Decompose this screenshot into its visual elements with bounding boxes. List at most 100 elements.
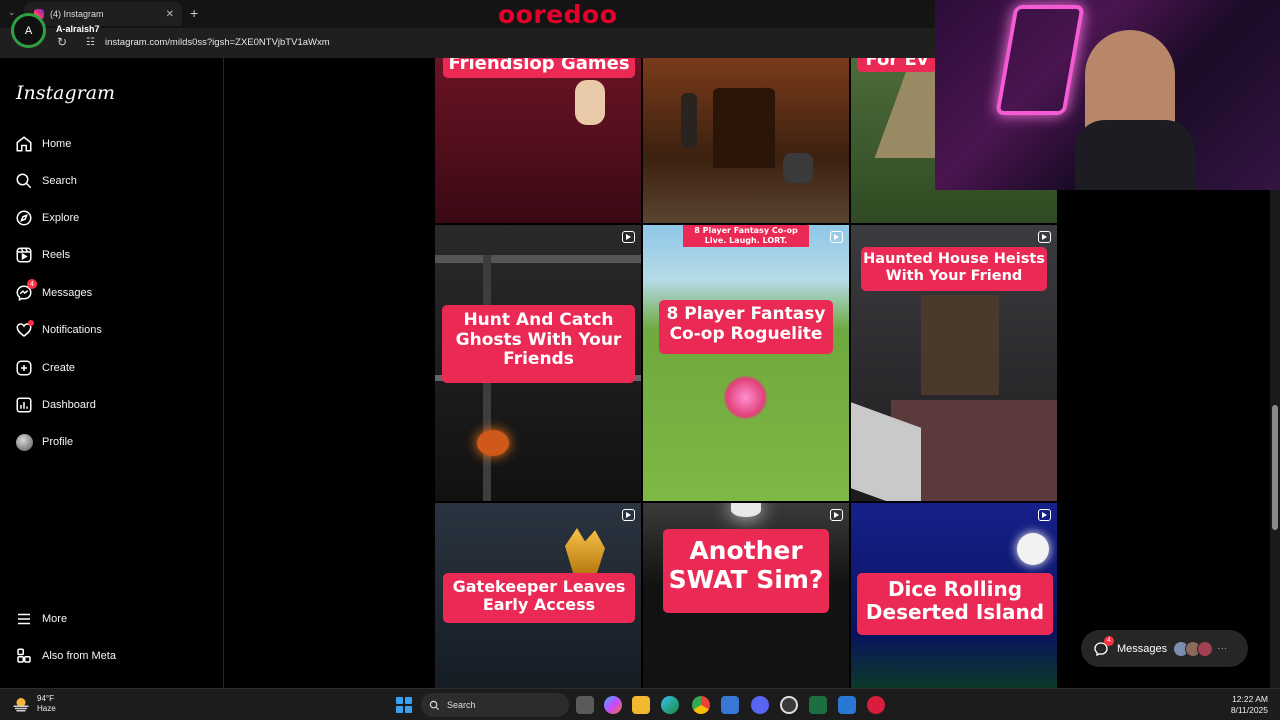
- messages-badge: 4: [27, 279, 37, 289]
- reel-icon: [830, 231, 843, 243]
- edge-icon[interactable]: [661, 696, 679, 714]
- tab-list-icon[interactable]: ⌄: [8, 7, 16, 18]
- windows-start-icon[interactable]: [396, 697, 412, 713]
- nav-label: Notifications: [42, 324, 102, 336]
- post-caption: Gatekeeper Leaves Early Access: [443, 573, 635, 623]
- nav-label: Also from Meta: [42, 650, 116, 662]
- post-tile[interactable]: [643, 58, 849, 223]
- excel-icon[interactable]: [809, 696, 827, 714]
- post-tile[interactable]: Friendslop Games: [435, 58, 641, 223]
- nav-label: Messages: [42, 287, 93, 299]
- nav-also-from-meta[interactable]: Also from Meta: [15, 645, 116, 667]
- post-tile[interactable]: Another SWAT Sim?: [643, 503, 849, 688]
- address-bar[interactable]: instagram.com/milds0ss?igsh=ZXE0NTVjbTV1…: [105, 37, 330, 48]
- avatar: [1197, 640, 1214, 657]
- task-view-icon[interactable]: [576, 696, 594, 714]
- reel-icon: [830, 509, 843, 521]
- clock-date: 8/11/2025: [1230, 705, 1268, 716]
- post-caption: Dice Rolling Deserted Island: [857, 573, 1053, 635]
- brand-logo: ooredoo: [498, 0, 618, 29]
- post-tile[interactable]: Dice Rolling Deserted Island: [851, 503, 1057, 688]
- nav-label: Explore: [42, 212, 80, 224]
- browser-tab[interactable]: (4) Instagram ✕: [24, 2, 182, 26]
- reel-icon: [1038, 231, 1051, 243]
- app-icon[interactable]: [838, 696, 856, 714]
- plus-square-icon: [15, 359, 33, 377]
- post-caption: 8 Player Fantasy Co-op Roguelite: [659, 300, 833, 354]
- chrome-icon[interactable]: [692, 696, 710, 714]
- tab-title: (4) Instagram: [50, 9, 104, 19]
- page-scrollbar[interactable]: [1270, 190, 1280, 688]
- messenger-icon: 4: [15, 279, 37, 302]
- nav-notifications[interactable]: Notifications: [15, 319, 102, 341]
- nav-label: Search: [42, 175, 77, 187]
- nav-reels[interactable]: Reels: [15, 244, 70, 266]
- post-tile[interactable]: Gatekeeper Leaves Early Access: [435, 503, 641, 688]
- scrollbar-thumb[interactable]: [1272, 405, 1278, 530]
- heart-icon: [15, 320, 34, 339]
- post-top-caption: 8 Player Fantasy Co-op Live. Laugh. LORT…: [683, 225, 809, 247]
- taskbar-search-label: Search: [447, 700, 476, 710]
- recent-chat-avatars: [1173, 640, 1214, 657]
- threads-meta-icon: [15, 647, 33, 665]
- reload-icon[interactable]: ↻: [57, 35, 67, 49]
- store-icon[interactable]: [721, 696, 739, 714]
- clock-time: 12:22 AM: [1232, 694, 1268, 704]
- messages-badge: 4: [1104, 635, 1114, 646]
- messages-label: Messages: [1117, 642, 1168, 655]
- notification-dot: [28, 320, 34, 326]
- nav-home[interactable]: Home: [15, 133, 71, 155]
- nav-more[interactable]: More: [15, 608, 67, 630]
- post-tile[interactable]: Haunted House Heists With Your Friend: [851, 225, 1057, 501]
- reel-icon: [622, 231, 635, 243]
- nav-label: Reels: [42, 249, 71, 261]
- nav-create[interactable]: Create: [15, 357, 75, 379]
- reels-icon: [15, 246, 33, 264]
- compass-icon: [15, 209, 33, 227]
- search-icon: [15, 172, 33, 190]
- home-icon: [15, 135, 33, 153]
- reel-icon: [1038, 509, 1051, 521]
- nav-messages[interactable]: 4 Messages: [15, 279, 93, 304]
- streamer-avatar: A: [11, 13, 46, 48]
- messenger-icon: 4: [1093, 635, 1114, 657]
- site-info-icon[interactable]: ☷: [86, 37, 95, 48]
- discord-icon[interactable]: [751, 696, 769, 714]
- weather-widget[interactable]: 94°F Haze: [12, 694, 56, 714]
- instagram-sidebar: Instagram Home Search Explore Reels 4 Me…: [0, 58, 224, 688]
- chart-icon: [15, 396, 33, 414]
- copilot-icon[interactable]: [604, 696, 622, 714]
- post-caption: Haunted House Heists With Your Friend: [861, 247, 1047, 291]
- profile-avatar: [15, 433, 33, 451]
- menu-icon: [15, 610, 33, 628]
- nav-profile[interactable]: Profile: [15, 431, 73, 453]
- nav-label: More: [42, 613, 68, 625]
- post-tile[interactable]: Hunt And Catch Ghosts With Your Friends: [435, 225, 641, 501]
- post-caption: For Ev: [857, 58, 937, 72]
- nav-label: Profile: [42, 436, 74, 448]
- nav-dashboard[interactable]: Dashboard: [15, 394, 96, 416]
- post-caption: Hunt And Catch Ghosts With Your Friends: [442, 305, 635, 383]
- nav-label: Dashboard: [42, 399, 96, 411]
- app-icon[interactable]: [867, 696, 885, 714]
- nav-explore[interactable]: Explore: [15, 207, 79, 229]
- instagram-logo[interactable]: Instagram: [16, 82, 115, 104]
- nav-label: Create: [42, 362, 76, 374]
- more-icon: ···: [1217, 643, 1228, 654]
- nav-search[interactable]: Search: [15, 170, 77, 192]
- temperature: 94°F: [37, 694, 54, 703]
- system-clock[interactable]: 12:22 AM 8/11/2025: [1231, 694, 1268, 716]
- post-caption: Friendslop Games: [443, 58, 635, 78]
- obs-icon[interactable]: [780, 696, 798, 714]
- nav-label: Home: [42, 138, 72, 150]
- file-explorer-icon[interactable]: [632, 696, 650, 714]
- post-caption: Another SWAT Sim?: [663, 529, 829, 613]
- streamer-name: A-alraish7: [56, 24, 100, 34]
- new-tab-button[interactable]: +: [190, 5, 198, 21]
- weather-condition: Haze: [37, 704, 56, 713]
- close-tab-icon[interactable]: ✕: [166, 9, 174, 20]
- post-tile[interactable]: 8 Player Fantasy Co-op Live. Laugh. LORT…: [643, 225, 849, 501]
- taskbar-search[interactable]: Search: [421, 693, 569, 717]
- windows-taskbar: 94°F Haze Search 12:22 AM 8/11/2025: [0, 688, 1280, 720]
- messages-floating-button[interactable]: 4 Messages ···: [1081, 630, 1248, 667]
